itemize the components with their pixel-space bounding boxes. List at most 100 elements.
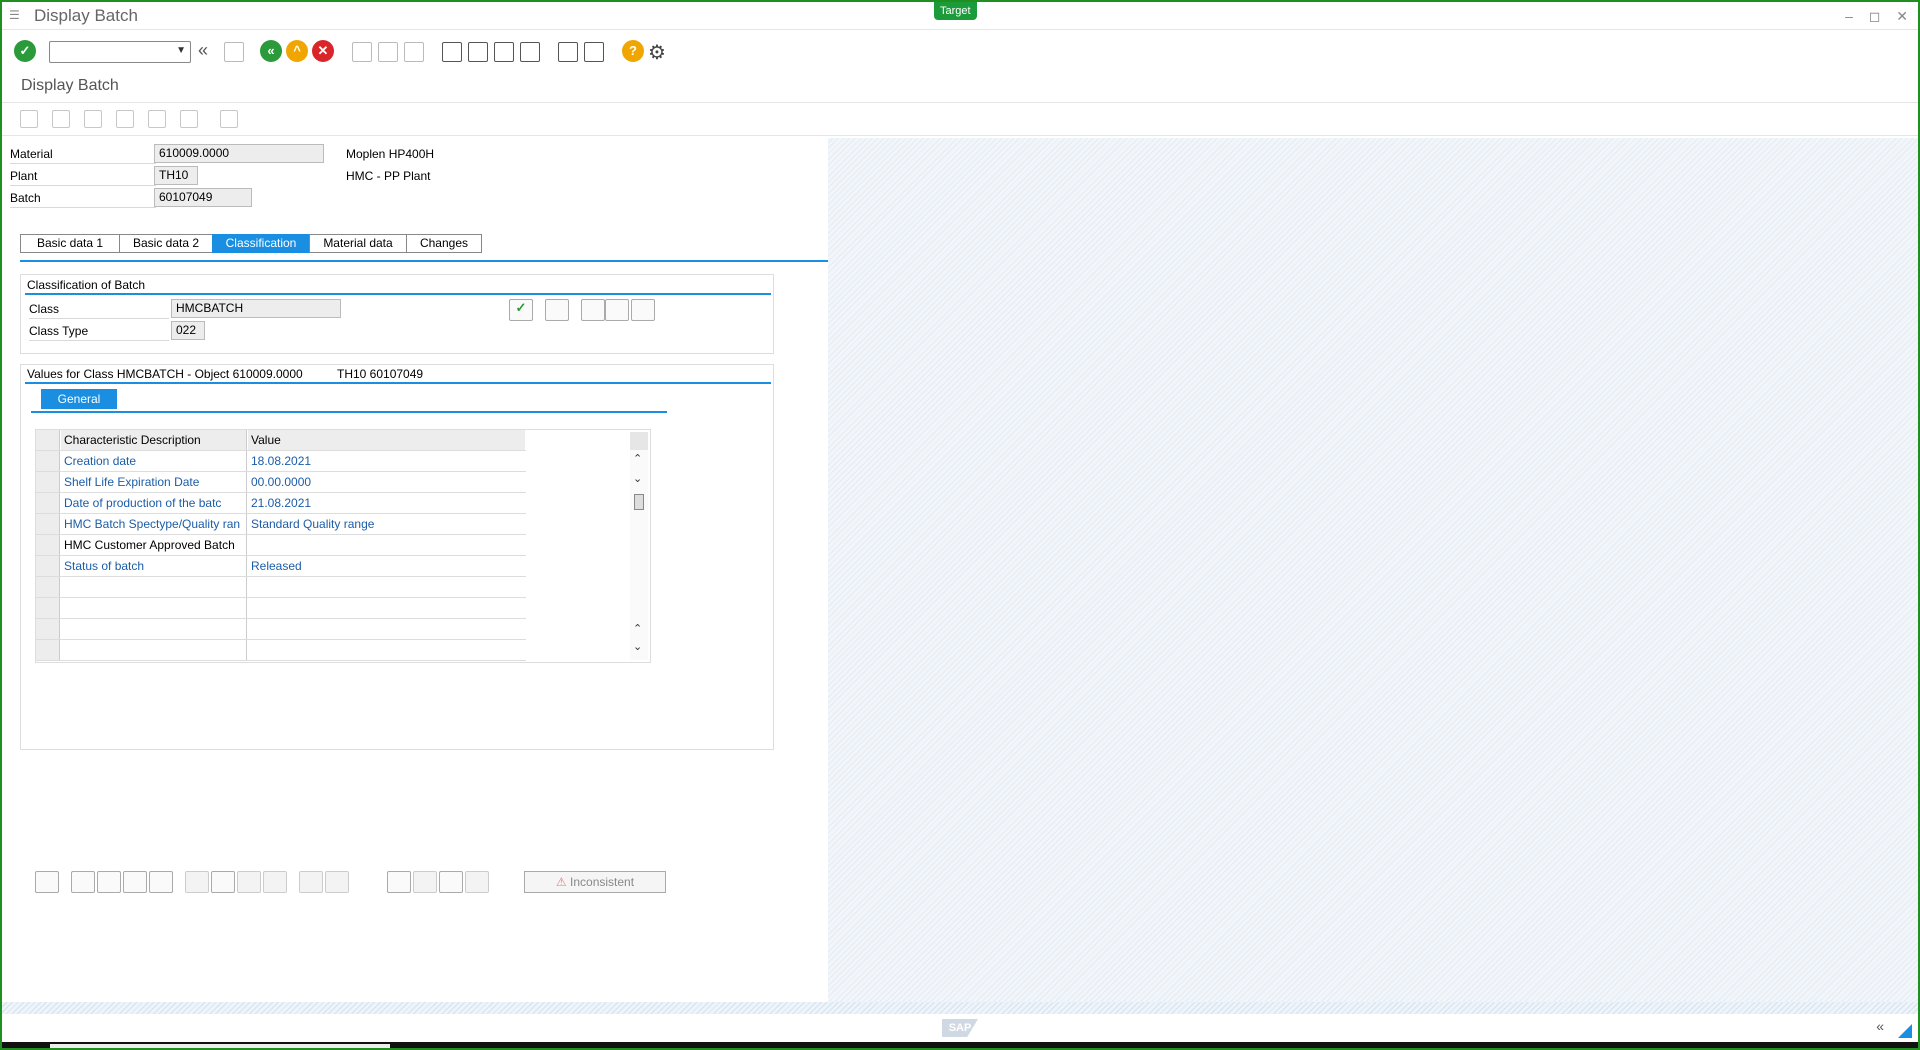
tab-basic-data-1[interactable]: Basic data 1 xyxy=(20,234,120,253)
empty-cell[interactable] xyxy=(248,640,525,660)
trash-icon xyxy=(263,871,287,893)
filter-icon[interactable] xyxy=(149,871,173,893)
cancel-icon[interactable]: ✕ xyxy=(312,40,334,62)
sort-ascending-icon[interactable] xyxy=(71,871,95,893)
title-bar: ☰ Display Batch Target – ◻ ✕ xyxy=(2,2,1918,30)
shortcut-icon[interactable] xyxy=(584,42,604,62)
table-row[interactable]: HMC Batch Spectype/Quality ran Standard Q… xyxy=(36,514,526,535)
table-row-empty[interactable] xyxy=(36,598,526,619)
previous-page-icon[interactable] xyxy=(468,42,488,62)
scroll-up-icon[interactable]: ⌃ xyxy=(633,452,642,465)
column-header-description[interactable]: Characteristic Description xyxy=(61,430,247,450)
tab-material-data[interactable]: Material data xyxy=(309,234,407,253)
tab-changes[interactable]: Changes xyxy=(406,234,482,253)
last-page-icon[interactable] xyxy=(520,42,540,62)
vertical-scrollbar[interactable]: ⌃ ⌄ ⌃ ⌄ xyxy=(630,432,648,660)
binoculars-icon[interactable] xyxy=(387,871,411,893)
exit-icon[interactable]: ^ xyxy=(286,40,308,62)
new-session-icon[interactable] xyxy=(558,42,578,62)
detail-icon[interactable] xyxy=(545,299,569,321)
empty-cell[interactable] xyxy=(248,598,525,618)
class-type-field[interactable]: 022 xyxy=(171,321,205,340)
class-type-label: Class Type xyxy=(29,321,169,341)
table-row-empty[interactable] xyxy=(36,577,526,598)
new-entry-icon[interactable] xyxy=(581,299,605,321)
find-next-icon xyxy=(404,42,424,62)
row-selector[interactable] xyxy=(36,493,60,513)
application-toolbar xyxy=(2,104,1918,136)
copy-row-icon[interactable] xyxy=(211,871,235,893)
characteristic-value[interactable]: 00.00.0000 xyxy=(248,472,525,492)
row-selector[interactable] xyxy=(36,451,60,471)
table-row-empty[interactable] xyxy=(36,619,526,640)
scroll-page-up-icon[interactable]: ⌃ xyxy=(633,622,642,635)
calculator-icon[interactable] xyxy=(439,871,463,893)
window-controls[interactable]: – ◻ ✕ xyxy=(1845,8,1914,25)
table-row[interactable]: Shelf Life Expiration Date 00.00.0000 xyxy=(36,472,526,493)
scroll-page-down-icon[interactable]: ⌄ xyxy=(633,640,642,653)
settings-icon[interactable]: ⚙ xyxy=(648,40,666,65)
enter-icon[interactable]: ✓ xyxy=(14,40,36,62)
batch-label: Batch xyxy=(10,188,156,208)
row-selector[interactable] xyxy=(36,577,60,597)
tab-basic-data-2[interactable]: Basic data 2 xyxy=(119,234,213,253)
tab-classification[interactable]: Classification xyxy=(212,234,310,253)
menu-icon[interactable]: ☰ xyxy=(9,9,23,21)
table-row[interactable]: HMC Customer Approved Batch xyxy=(36,535,526,556)
row-selector[interactable] xyxy=(36,472,60,492)
scroll-down-icon[interactable]: ⌄ xyxy=(633,472,642,485)
characteristics-table: Characteristic Description Value Creatio… xyxy=(36,430,526,662)
row-selector[interactable] xyxy=(36,598,60,618)
scroll-thumb[interactable] xyxy=(634,494,644,510)
collapse-icon[interactable]: « xyxy=(1876,1018,1884,1034)
row-selector[interactable] xyxy=(36,556,60,576)
sort-descending-icon[interactable] xyxy=(97,871,121,893)
check-icon[interactable]: ✓ xyxy=(509,299,533,321)
characteristic-value[interactable]: Standard Quality range xyxy=(248,514,525,534)
class-field[interactable]: HMCBATCH xyxy=(171,299,341,318)
row-selector[interactable] xyxy=(36,619,60,639)
table-row[interactable]: Date of production of the batc 21.08.2021 xyxy=(36,493,526,514)
characteristic-value[interactable]: 21.08.2021 xyxy=(248,493,525,513)
table-row[interactable]: Creation date 18.08.2021 xyxy=(36,451,526,472)
characteristic-value[interactable]: 18.08.2021 xyxy=(248,451,525,471)
row-selector[interactable] xyxy=(36,640,60,660)
upload-icon xyxy=(220,110,238,128)
row-selector[interactable] xyxy=(36,514,60,534)
first-page-icon[interactable] xyxy=(442,42,462,62)
cut-icon xyxy=(185,871,209,893)
color-icon[interactable] xyxy=(631,299,655,321)
characteristic-value[interactable] xyxy=(248,535,525,555)
scroll-header xyxy=(630,432,648,450)
details-icon[interactable] xyxy=(35,871,59,893)
bottom-pattern xyxy=(2,1002,1918,1014)
table-row[interactable]: Status of batch Released xyxy=(36,556,526,577)
characteristic-description: Creation date xyxy=(61,451,247,471)
resize-grip-icon[interactable] xyxy=(1898,1024,1912,1038)
command-field[interactable]: ▼ xyxy=(49,41,191,63)
characteristics-grid-frame: Characteristic Description Value Creatio… xyxy=(35,429,651,663)
row-selector[interactable] xyxy=(36,535,60,555)
values-object-suffix: TH10 60107049 xyxy=(337,367,424,381)
empty-cell[interactable] xyxy=(248,577,525,597)
main-content: Material 610009.0000 Moplen HP400H Plant… xyxy=(6,138,828,1002)
table-row-empty[interactable] xyxy=(36,640,526,661)
batch-field[interactable]: 60107049 xyxy=(154,188,252,207)
taskbar-strip xyxy=(2,1042,1918,1048)
system-toolbar: ✓ ▼ « « ^ ✕ ? ⚙ xyxy=(2,40,1918,68)
column-header-value[interactable]: Value xyxy=(248,430,525,450)
select-all[interactable] xyxy=(36,430,60,450)
sap-logo: SAP xyxy=(942,1019,978,1037)
plant-field[interactable]: TH10 xyxy=(154,166,198,185)
material-field[interactable]: 610009.0000 xyxy=(154,144,324,163)
table-icon[interactable] xyxy=(605,299,629,321)
tab-general[interactable]: General xyxy=(41,389,117,409)
align-icon[interactable] xyxy=(123,871,147,893)
help-icon[interactable]: ? xyxy=(622,40,644,62)
characteristic-value[interactable]: Released xyxy=(248,556,525,576)
back-icon[interactable]: « xyxy=(260,40,282,62)
empty-cell[interactable] xyxy=(248,619,525,639)
next-page-icon[interactable] xyxy=(494,42,514,62)
inconsistent-label: Inconsistent xyxy=(570,875,635,889)
back-arrows-icon[interactable]: « xyxy=(198,40,208,61)
